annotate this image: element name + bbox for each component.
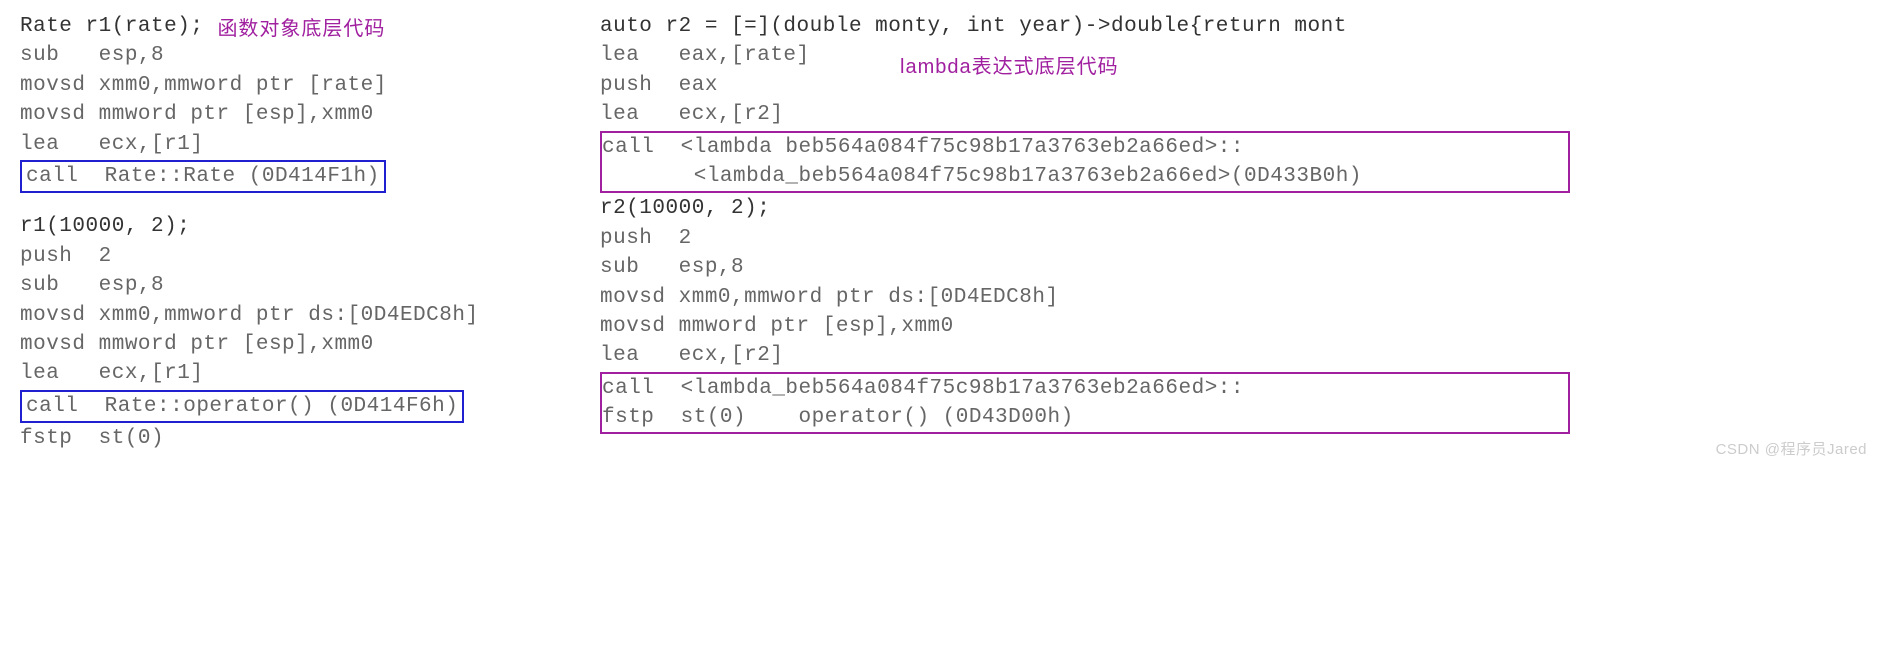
right-call1a: call <lambda beb564a084f75c98b17a3763eb2… (602, 136, 1244, 159)
right-call2b: fstp st(0) operator() (0D43D00h) (602, 406, 1074, 429)
right-call1-box: call <lambda beb564a084f75c98b17a3763eb2… (600, 131, 1570, 194)
left-asm1-0: sub esp,8 (20, 41, 600, 70)
right-asm2-0: push 2 (600, 224, 1873, 253)
right-asm2-4: lea ecx,[r2] (600, 341, 1873, 370)
left-asm1-2: movsd mmword ptr [esp],xmm0 (20, 100, 600, 129)
left-call2: call Rate::operator() (0D414F6h) (26, 395, 458, 418)
right-call2a: call <lambda_beb564a084f75c98b17a3763eb2… (602, 377, 1244, 400)
left-asm1-1: movsd xmm0,mmword ptr [rate] (20, 71, 600, 100)
code-comparison: Rate r1(rate); 函数对象底层代码 sub esp,8 movsd … (20, 12, 1873, 453)
left-asm2-1: sub esp,8 (20, 271, 600, 300)
left-call2-box: call Rate::operator() (0D414F6h) (20, 390, 464, 423)
right-asm2-1: sub esp,8 (600, 253, 1873, 282)
left-tail: fstp st(0) (20, 424, 600, 453)
right-asm2-2: movsd xmm0,mmword ptr ds:[0D4EDC8h] (600, 283, 1873, 312)
watermark: CSDN @程序员Jared (1716, 438, 1867, 459)
left-note: 函数对象底层代码 (217, 12, 385, 41)
right-column: auto r2 = [=](double monty, int year)->d… (600, 12, 1873, 435)
left-asm2-3: movsd mmword ptr [esp],xmm0 (20, 330, 600, 359)
left-src1: Rate r1(rate); (20, 12, 203, 41)
left-column: Rate r1(rate); 函数对象底层代码 sub esp,8 movsd … (20, 12, 600, 453)
left-asm1-3: lea ecx,[r1] (20, 130, 600, 159)
right-src2: r2(10000, 2); (600, 194, 1873, 223)
right-asm2-3: movsd mmword ptr [esp],xmm0 (600, 312, 1873, 341)
right-src1: auto r2 = [=](double monty, int year)->d… (600, 12, 1873, 41)
right-call1b: <lambda_beb564a084f75c98b17a3763eb2a66ed… (602, 165, 1362, 188)
left-src1-row: Rate r1(rate); 函数对象底层代码 (20, 12, 600, 41)
left-call1: call Rate::Rate (0D414F1h) (26, 165, 380, 188)
left-asm2-0: push 2 (20, 242, 600, 271)
right-asm1-2: lea ecx,[r2] (600, 100, 1873, 129)
left-src2: r1(10000, 2); (20, 212, 600, 241)
right-note: lambda表达式底层代码 (900, 50, 1119, 79)
left-call1-box: call Rate::Rate (0D414F1h) (20, 160, 386, 193)
right-asm1-1: push eax (600, 71, 1873, 100)
right-call2-box: call <lambda_beb564a084f75c98b17a3763eb2… (600, 372, 1570, 435)
right-asm1-0: lea eax,[rate] (600, 41, 1873, 70)
left-asm2-2: movsd xmm0,mmword ptr ds:[0D4EDC8h] (20, 301, 600, 330)
left-asm2-4: lea ecx,[r1] (20, 359, 600, 388)
